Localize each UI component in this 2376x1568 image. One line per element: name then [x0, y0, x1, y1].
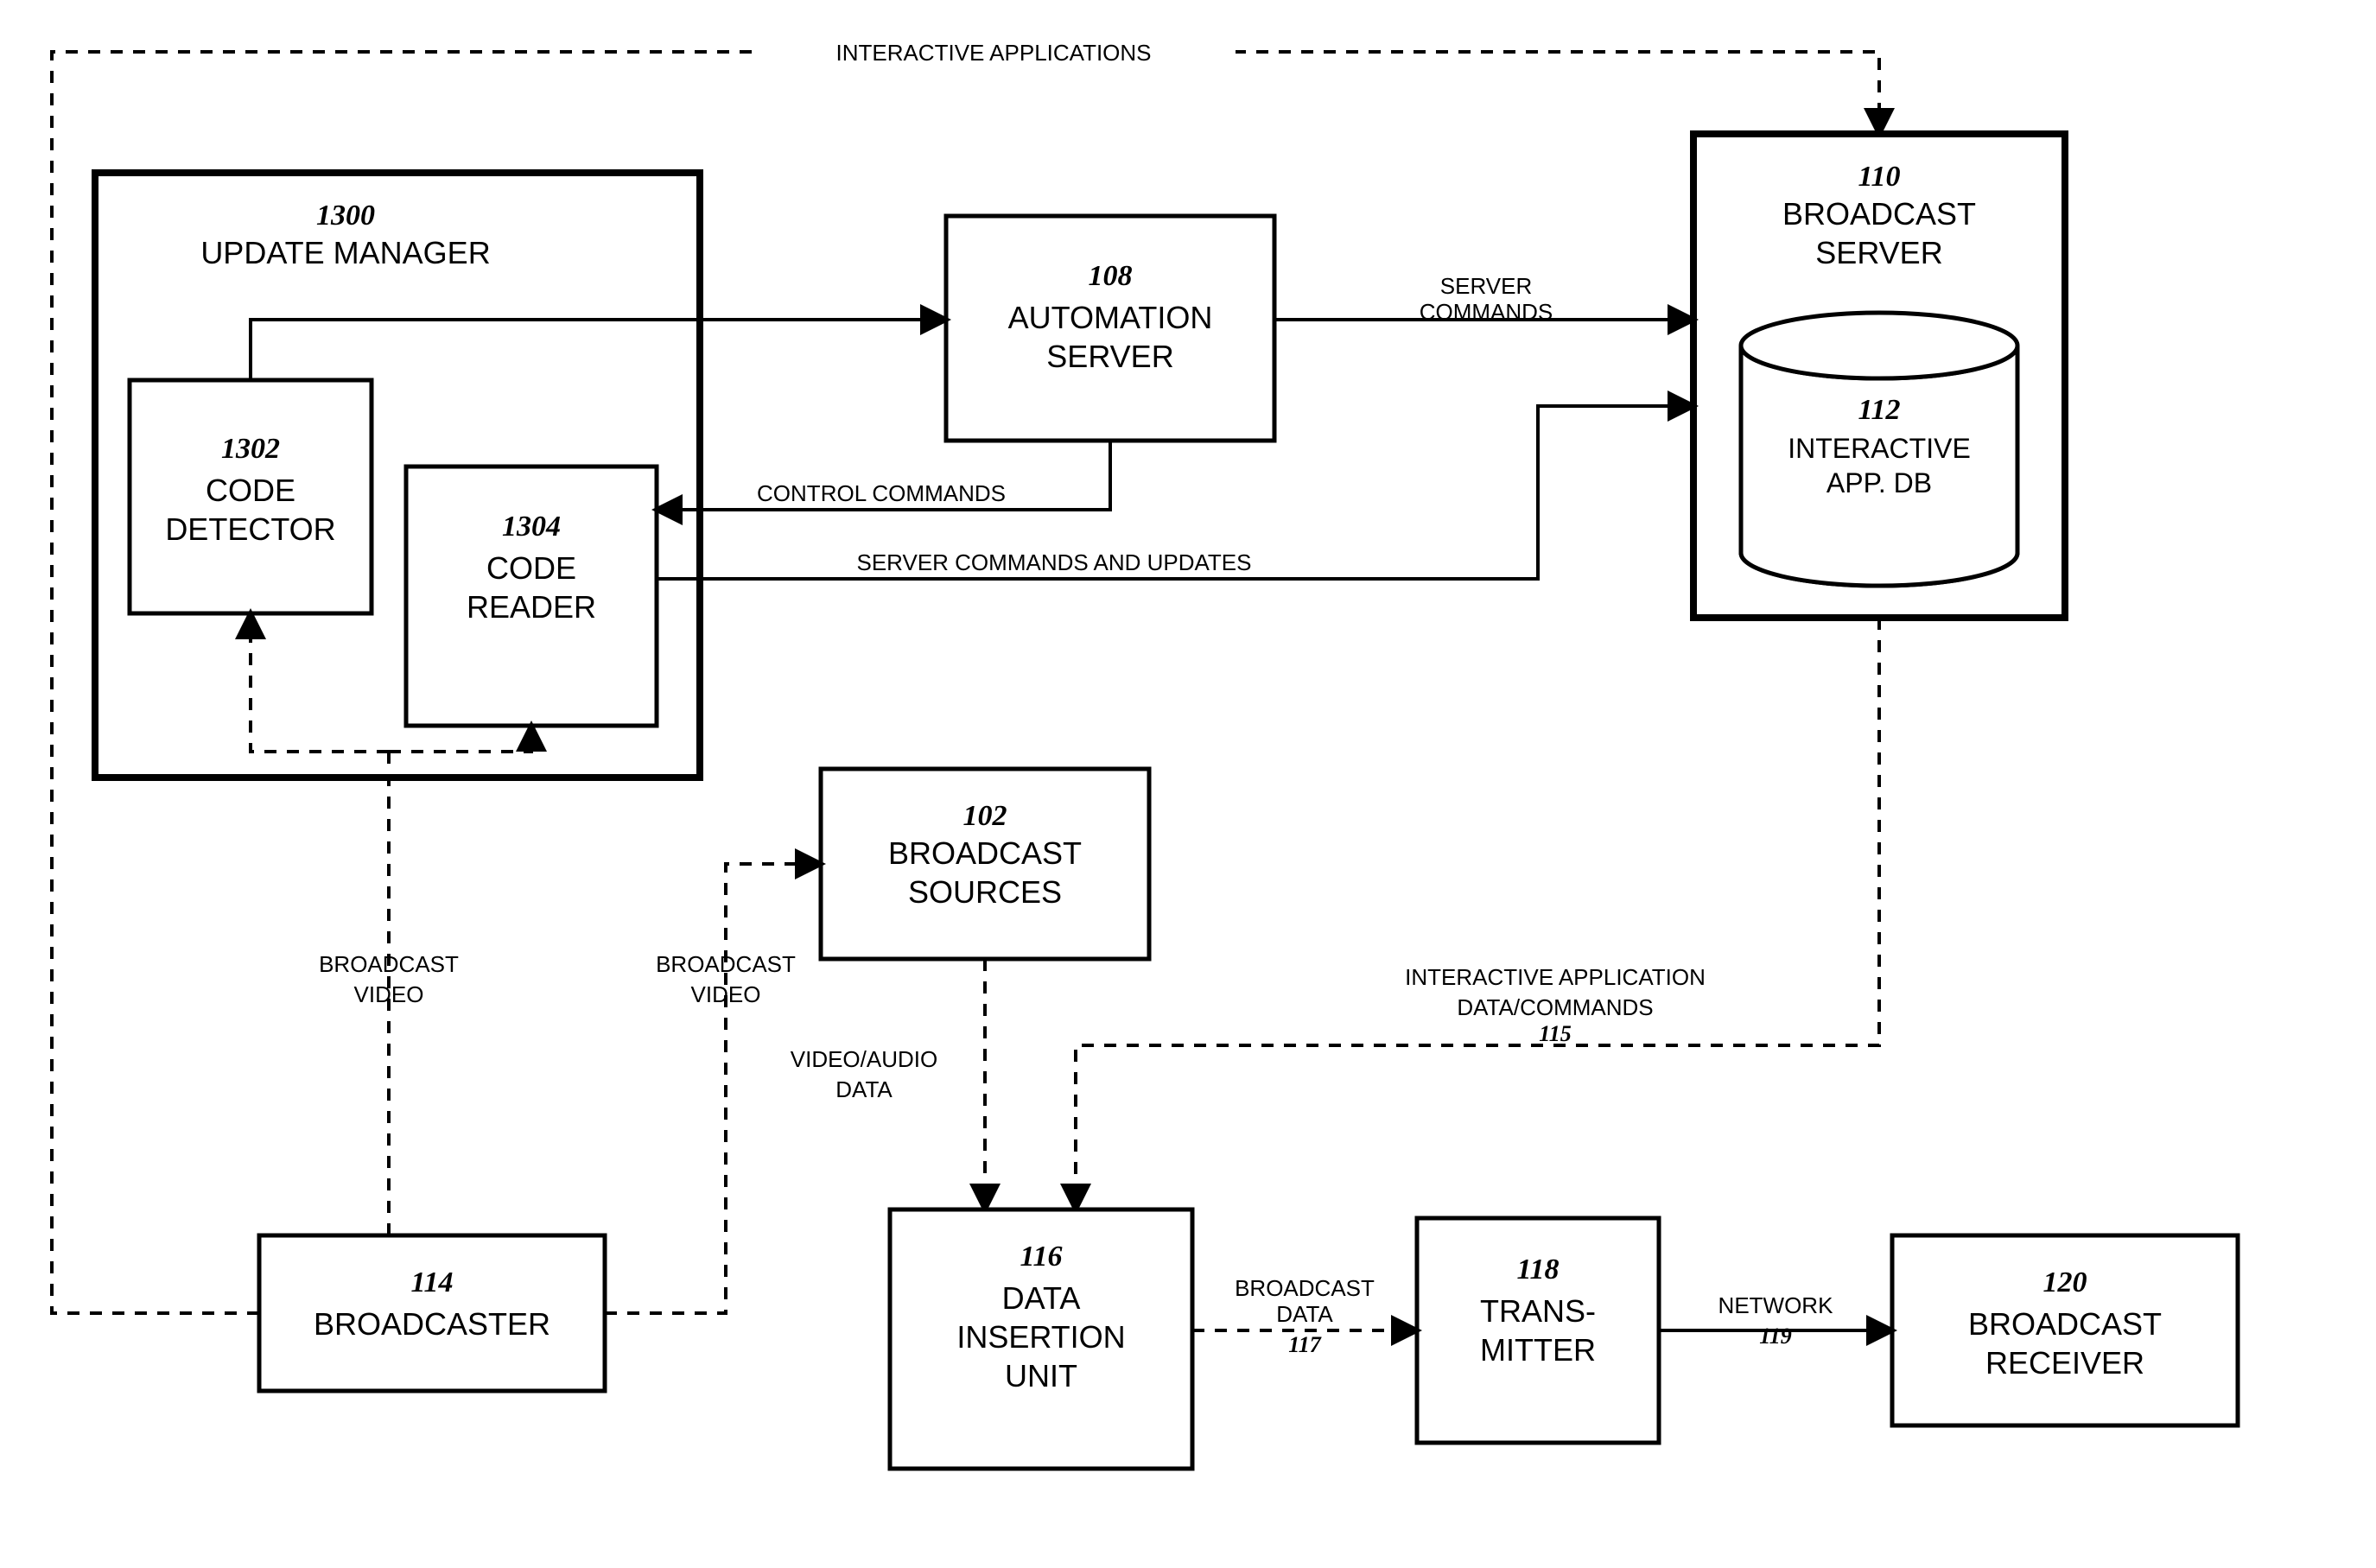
label-data-insertion-2: INSERTION — [956, 1319, 1125, 1355]
label-network: NETWORK — [1718, 1292, 1834, 1318]
label-broadcaster: BROADCASTER — [314, 1306, 550, 1342]
label-bcast-data-2: DATA — [1276, 1301, 1333, 1327]
label-app-db-2: APP. DB — [1826, 467, 1932, 498]
label-bcast-data-1: BROADCAST — [1235, 1275, 1375, 1301]
label-broadcast-sources-2: SOURCES — [908, 874, 1062, 910]
label-code-detector-1: CODE — [206, 473, 295, 508]
num-update-manager: 1300 — [316, 200, 375, 232]
label-server-cmds-updates: SERVER COMMANDS AND UPDATES — [856, 549, 1251, 575]
label-receiver-2: RECEIVER — [1985, 1345, 2144, 1381]
label-bcast-video2-b: VIDEO — [691, 981, 761, 1007]
label-bcast-video2-a: BROADCAST — [656, 951, 796, 977]
label-control-commands: CONTROL COMMANDS — [757, 480, 1006, 506]
num-bcast-data: 117 — [1288, 1332, 1322, 1357]
edge-bcast-video2 — [605, 864, 821, 1313]
label-transmitter-2: MITTER — [1480, 1332, 1596, 1368]
label-server-commands-2: COMMANDS — [1420, 299, 1553, 325]
label-automation-2: SERVER — [1046, 339, 1173, 374]
num-automation: 108 — [1089, 260, 1133, 292]
num-network: 119 — [1759, 1324, 1792, 1349]
label-va-data-1: VIDEO/AUDIO — [791, 1046, 937, 1072]
label-broadcast-server-1: BROADCAST — [1782, 196, 1976, 232]
label-iad-1: INTERACTIVE APPLICATION — [1405, 964, 1706, 990]
label-bcast-video1-b: VIDEO — [354, 981, 424, 1007]
edge-interactive-apps: INTERACTIVE APPLICATIONS — [835, 40, 1151, 66]
num-receiver: 120 — [2043, 1266, 2087, 1298]
label-iad-2: DATA/COMMANDS — [1457, 994, 1653, 1020]
num-broadcast-sources: 102 — [963, 800, 1007, 832]
label-receiver-1: BROADCAST — [1968, 1306, 2162, 1342]
num-code-detector: 1302 — [221, 433, 280, 465]
num-broadcaster: 114 — [410, 1266, 453, 1298]
label-server-commands-1: SERVER — [1440, 273, 1532, 299]
label-app-db-1: INTERACTIVE — [1788, 433, 1971, 464]
num-iad: 115 — [1539, 1021, 1572, 1046]
label-code-reader-2: READER — [467, 589, 596, 625]
label-automation-1: AUTOMATION — [1008, 300, 1213, 335]
label-data-insertion-3: UNIT — [1005, 1358, 1077, 1393]
num-broadcast-server: 110 — [1858, 161, 1900, 193]
label-update-manager: UPDATE MANAGER — [200, 235, 490, 270]
box-transmitter — [1417, 1218, 1659, 1443]
label-va-data-2: DATA — [835, 1076, 893, 1102]
label-transmitter-1: TRANS- — [1480, 1293, 1596, 1329]
num-code-reader: 1304 — [502, 511, 561, 543]
num-app-db: 112 — [1858, 394, 1900, 426]
label-bcast-video1-a: BROADCAST — [319, 951, 459, 977]
label-broadcast-sources-1: BROADCAST — [888, 835, 1082, 871]
num-transmitter: 118 — [1516, 1254, 1559, 1286]
edge-iad — [1076, 618, 1879, 1209]
label-code-reader-1: CODE — [486, 550, 576, 586]
num-data-insertion: 116 — [1020, 1241, 1062, 1273]
label-code-detector-2: DETECTOR — [165, 511, 335, 547]
label-broadcast-server-2: SERVER — [1815, 235, 1942, 270]
label-data-insertion-1: DATA — [1002, 1280, 1081, 1316]
